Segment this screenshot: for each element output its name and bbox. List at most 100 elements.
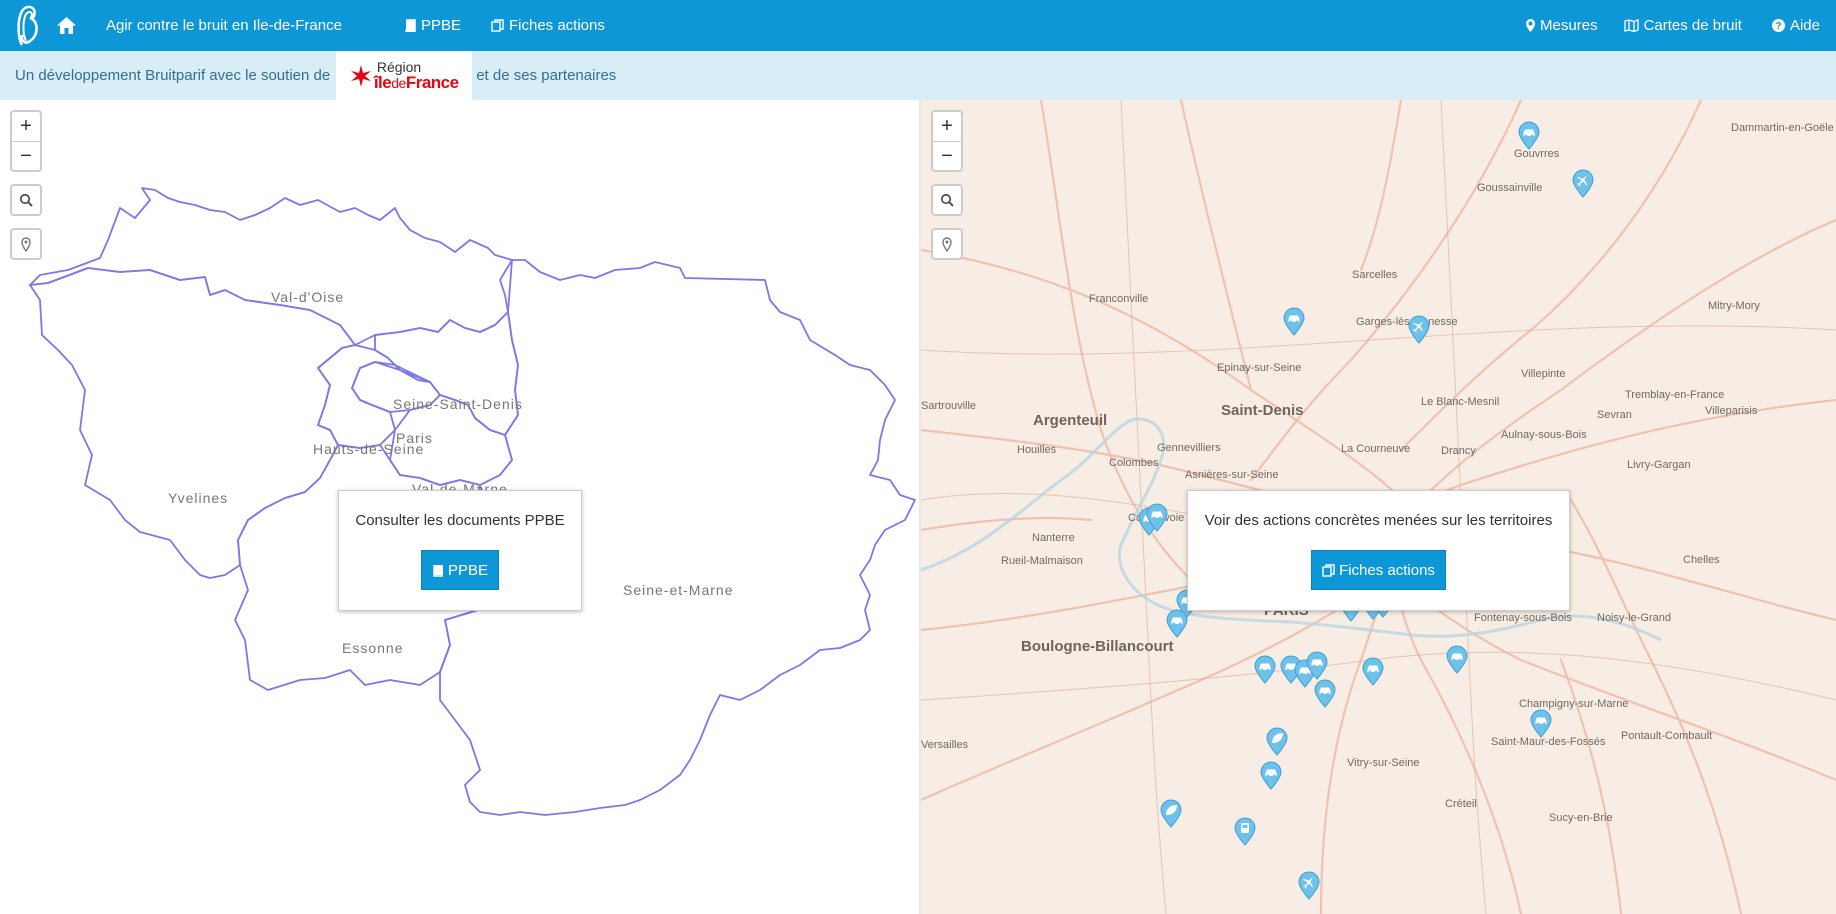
locate-button[interactable] (10, 228, 42, 260)
ppbe-button[interactable]: PPBE (420, 550, 500, 590)
place-label: Livry-Gargan (1627, 459, 1691, 471)
action-marker-car[interactable] (1259, 760, 1283, 790)
place-label: Dammartin-en-Goële (1731, 122, 1834, 134)
fiches-actions-button[interactable]: Fiches actions (1311, 550, 1446, 590)
action-marker-car[interactable] (1282, 306, 1306, 336)
place-label: Boulogne-Billancourt (1021, 638, 1174, 655)
place-label: Sarcelles (1352, 269, 1398, 281)
place-label: Noisy-le-Grand (1597, 612, 1671, 624)
region-idf-logo[interactable]: Région îledeFrance (336, 51, 473, 100)
home-button[interactable] (56, 14, 80, 38)
place-label: Garges-lès-Gonesse (1356, 316, 1458, 328)
place-label: Rueil-Malmaison (1001, 555, 1083, 567)
pin-icon (1306, 651, 1328, 680)
action-marker-car[interactable] (1145, 502, 1169, 532)
zoom-in-button[interactable]: + (12, 112, 40, 141)
place-label: Gennevilliers (1157, 442, 1221, 454)
place-label: Mitry-Mory (1708, 300, 1760, 312)
pin-icon (1298, 871, 1320, 900)
locate-button[interactable] (931, 228, 963, 260)
place-label: Epinay-sur-Seine (1217, 362, 1302, 374)
place-label: Houilles (1017, 444, 1057, 456)
pin-icon (1572, 169, 1594, 198)
action-marker-plane[interactable] (1407, 314, 1431, 344)
place-label: Créteil (1445, 798, 1477, 810)
search-button[interactable] (931, 184, 963, 216)
actions-map[interactable]: Gouvrres Goussainville Dammartin-en-Goël… (921, 100, 1836, 914)
navbar: Agir contre le bruit en Ile-de-France PP… (0, 0, 1836, 51)
bruitparif-logo[interactable] (0, 0, 56, 51)
nav-fiches-link[interactable]: Fiches actions (491, 17, 605, 34)
action-marker-car[interactable] (1305, 650, 1329, 680)
pin-icon (1266, 727, 1288, 756)
place-label: Le Blanc-Mesnil (1421, 396, 1500, 408)
copy-icon (491, 19, 504, 32)
nav-ppbe-link[interactable]: PPBE (404, 17, 461, 34)
nav-mesures-link[interactable]: Mesures (1526, 17, 1598, 34)
action-marker-car[interactable] (1313, 678, 1337, 708)
pin-icon (1362, 657, 1384, 686)
pin-icon (1314, 679, 1336, 708)
search-icon (940, 193, 954, 207)
book-icon (433, 564, 443, 577)
action-marker-plane[interactable] (1297, 870, 1321, 900)
pin-icon (1234, 817, 1256, 846)
dept-label[interactable]: Seine-et-Marne (623, 582, 734, 598)
action-marker-plane[interactable] (1571, 168, 1595, 198)
pin-icon (1518, 121, 1540, 150)
svg-text:?: ? (1775, 21, 1781, 32)
place-label: Argenteuil (1033, 412, 1108, 429)
action-marker-car[interactable] (1253, 654, 1277, 684)
pin-icon (1160, 799, 1182, 828)
action-marker-car[interactable] (1165, 608, 1189, 638)
place-label: Pontault-Combault (1621, 730, 1713, 742)
zoom-in-button[interactable]: + (933, 112, 961, 141)
action-marker-train[interactable] (1233, 816, 1257, 846)
search-button[interactable] (10, 184, 42, 216)
place-label: Sevran (1597, 409, 1632, 421)
place-label: Nanterre (1032, 532, 1075, 544)
dept-label[interactable]: Val-d'Oise (271, 289, 344, 305)
nav-aide-link[interactable]: ? Aide (1771, 17, 1820, 34)
place-label: Chelles (1683, 554, 1720, 566)
place-label: Villeparisis (1705, 405, 1758, 417)
pin-icon (1408, 315, 1430, 344)
question-circle-icon: ? (1771, 19, 1785, 32)
copy-icon (1322, 563, 1335, 577)
action-marker-car[interactable] (1445, 644, 1469, 674)
place-label: Vitry-sur-Seine (1347, 757, 1420, 769)
zoom-out-button[interactable]: − (12, 141, 40, 170)
home-icon (57, 17, 76, 34)
place-label: Asnières-sur-Seine (1185, 469, 1279, 481)
ppbe-map[interactable]: Val-d'Oise Yvelines Seine-Saint-Denis Pa… (0, 100, 921, 914)
zoom-out-button[interactable]: − (933, 141, 961, 170)
pin-icon (1530, 709, 1552, 738)
map-marker-icon (1526, 19, 1536, 32)
map-marker-icon (21, 236, 31, 252)
fiches-card: Voir des actions concrètes menées sur le… (1187, 490, 1570, 611)
place-label: Franconville (1089, 293, 1149, 305)
pin-icon (1283, 307, 1305, 336)
dept-label[interactable]: Seine-Saint-Denis (393, 396, 523, 412)
dept-label[interactable]: Yvelines (168, 490, 228, 506)
action-marker-leaf[interactable] (1265, 726, 1289, 756)
pin-icon (1446, 645, 1468, 674)
region-logo-line2: îledeFrance (373, 73, 459, 92)
pin-icon (1166, 609, 1188, 638)
nav-cartes-link[interactable]: Cartes de bruit (1623, 17, 1742, 34)
ppbe-card-title: Consulter les documents PPBE (355, 512, 565, 529)
dept-label[interactable]: Essonne (342, 640, 403, 656)
dept-label[interactable]: Hauts-de-Seine (313, 441, 424, 457)
site-title[interactable]: Agir contre le bruit en Ile-de-France (106, 17, 342, 34)
place-label: Versailles (921, 739, 969, 751)
zoom-control: + − (931, 110, 963, 172)
action-marker-leaf[interactable] (1159, 798, 1183, 828)
action-marker-car[interactable] (1361, 656, 1385, 686)
place-label: Tremblay-en-France (1625, 389, 1725, 401)
bruitparif-logo-icon (17, 5, 38, 46)
banner-text-after: et de ses partenaires (476, 67, 617, 84)
action-marker-car[interactable] (1529, 708, 1553, 738)
place-label: Aulnay-sous-Bois (1501, 429, 1587, 441)
action-marker-car[interactable] (1517, 120, 1541, 150)
banner-text-before: Un développement Bruitparif avec le sout… (15, 67, 331, 84)
